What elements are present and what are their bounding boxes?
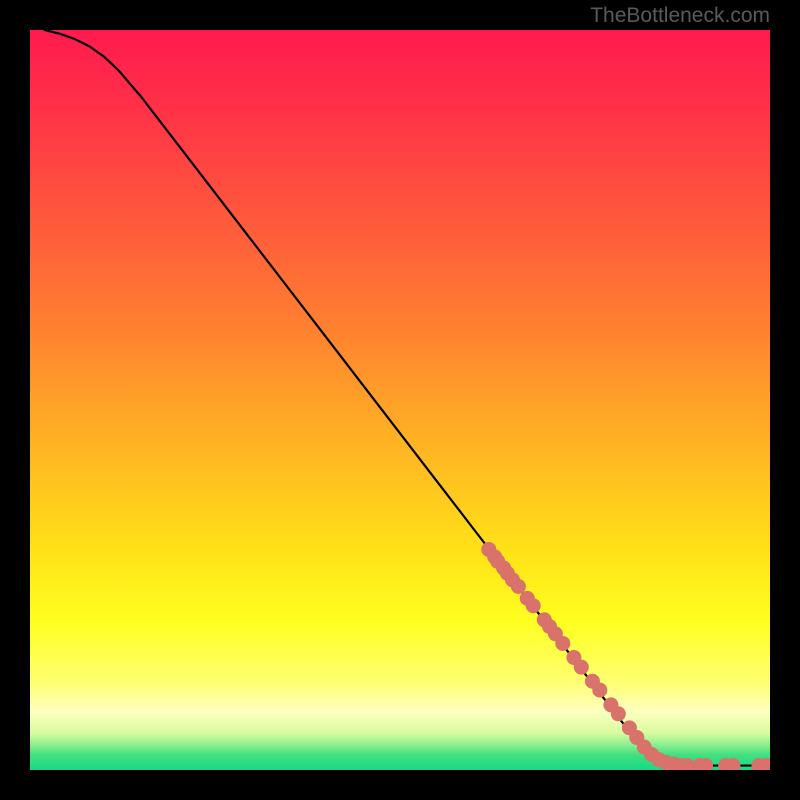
data-point xyxy=(592,683,607,698)
plot-area xyxy=(30,30,770,770)
chart-container: TheBottleneck.com xyxy=(0,0,800,800)
plot-background xyxy=(30,30,770,770)
data-point xyxy=(574,660,589,675)
attribution-label: TheBottleneck.com xyxy=(590,4,770,28)
data-point xyxy=(526,598,541,613)
data-point xyxy=(611,706,626,721)
data-point xyxy=(511,579,526,594)
data-point xyxy=(555,636,570,651)
plot-svg xyxy=(30,30,770,770)
